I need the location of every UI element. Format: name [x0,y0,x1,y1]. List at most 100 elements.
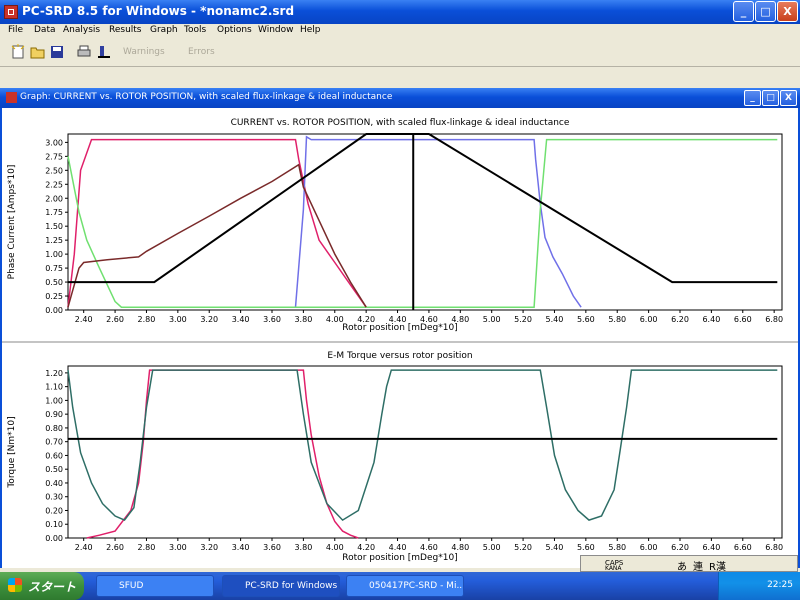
menu-window[interactable]: Window [258,25,294,35]
errors-button[interactable]: Errors [188,47,215,57]
graph-minimize-button[interactable]: _ [744,90,761,106]
chart2-ytick-label: 0.40 [45,479,63,488]
chart1-ytick-label: 1.00 [45,250,63,259]
chart1-xtick-label: 3.80 [294,315,312,324]
menu-results[interactable]: Results [109,25,142,35]
graph-close-button[interactable]: X [780,90,797,106]
chart2-xlabel: Rotor position [mDeg*10] [342,553,457,563]
chart2-xtick-label: 3.00 [169,543,187,552]
chart2-title: E-M Torque versus rotor position [327,351,472,361]
ime-mode-hiragana[interactable]: あ [677,558,687,573]
chart1-xtick-label: 5.60 [577,315,595,324]
chart2-xtick-label: 5.00 [483,543,501,552]
menu-analysis[interactable]: Analysis [63,25,100,35]
chart1-xtick-label: 6.40 [702,315,720,324]
chart2-ytick-label: 0.30 [45,493,63,502]
chart1-xtick-label: 3.60 [263,315,281,324]
chart2-ytick-label: 0.00 [45,534,63,543]
chart2-series-1-line [67,369,778,522]
chart2-ytick-label: 1.00 [45,396,63,405]
tools-icon[interactable] [96,44,112,60]
chart2-xtick-label: 2.60 [106,543,124,552]
chart1-ytick-label: 1.25 [45,236,63,245]
chart1-ytick-label: 2.50 [45,166,63,175]
title-bar: PC-SRD 8.5 for Windows - *nonamc2.srd _ … [0,0,800,24]
chart2-xtick-label: 6.20 [671,543,689,552]
graph-pane: CURRENT vs. ROTOR POSITION, with scaled … [0,108,800,568]
save-icon[interactable] [49,44,65,60]
chart1-xtick-label: 4.00 [326,315,344,324]
chart1-xtick-label: 5.20 [514,315,532,324]
ime-mode-romaji[interactable]: R漢 [709,558,726,573]
menu-options[interactable]: Options [217,25,252,35]
chart1-xtick-label: 2.80 [138,315,156,324]
menu-tools[interactable]: Tools [184,25,206,35]
chart2-ytick-label: 0.50 [45,465,63,474]
windows-logo-icon [8,578,22,592]
chart1-ytick-label: 2.00 [45,194,63,203]
chart2-xtick-label: 3.60 [263,543,281,552]
chart2-xtick-label: 4.80 [451,543,469,552]
open-icon[interactable] [30,44,46,60]
chart2-xtick-label: 6.40 [702,543,720,552]
taskbar-item-pcsrd[interactable]: PC-SRD for Windows [222,575,340,597]
start-label: スタート [28,580,77,594]
chart1-ytick-label: 2.25 [45,180,63,189]
chart2-ylabel: Torque [Nm*10] [7,416,17,488]
print-icon[interactable] [76,44,92,60]
new-icon[interactable] [10,44,26,60]
chart1-ytick-label: 0.00 [45,306,63,315]
chart2-xtick-label: 3.80 [294,543,312,552]
chart1-xtick-label: 6.00 [640,315,658,324]
chart2-xtick-label: 6.60 [734,543,752,552]
chart2-xtick-label: 4.60 [420,543,438,552]
chart2-xtick-label: 5.40 [546,543,564,552]
warnings-button[interactable]: Warnings [123,47,165,57]
taskbar-item-sfud[interactable]: SFUD [96,575,214,597]
chart2-ytick-label: 0.20 [45,506,63,515]
chart2-xtick-label: 4.00 [326,543,344,552]
graph-window-title: Graph: CURRENT vs. ROTOR POSITION, with … [20,92,393,102]
chart1-ytick-label: 0.50 [45,278,63,287]
toolbar: Warnings Errors [0,38,800,67]
chart1-xtick-label: 3.20 [200,315,218,324]
chart2-xtick-label: 2.80 [138,543,156,552]
chart1-xtick-label: 3.00 [169,315,187,324]
graph-maximize-button[interactable]: □ [762,90,779,106]
menu-graph[interactable]: Graph [150,25,178,35]
graph-window-icon[interactable] [6,92,17,103]
chart2-xtick-label: 6.80 [765,543,783,552]
chart1-xtick-label: 2.40 [75,315,93,324]
taskbar-item-document[interactable]: 050417PC-SRD - Mi... [346,575,464,597]
menu-file[interactable]: File [8,25,23,35]
chart1-title: CURRENT vs. ROTOR POSITION, with scaled … [231,118,570,128]
chart1-ylabel: Phase Current [Amps*10] [7,165,17,280]
menu-help[interactable]: Help [300,25,321,35]
ime-kana: KANA [605,565,622,572]
chart1-xtick-label: 6.20 [671,315,689,324]
close-button[interactable]: X [777,1,798,22]
charts-svg: CURRENT vs. ROTOR POSITION, with scaled … [2,118,798,563]
chart1-series-1-line [294,135,582,308]
minimize-button[interactable]: _ [733,1,754,22]
chart1-xlabel: Rotor position [mDeg*10] [342,323,457,333]
clock: 22:25 [767,580,793,590]
chart2-ytick-label: 0.90 [45,410,63,419]
chart2-frame [67,365,783,539]
chart2-xtick-label: 3.40 [232,543,250,552]
ime-toolbar[interactable]: CAPS KANA あ 連 R漢 [580,555,798,573]
chart1-ytick-label: 3.00 [45,138,63,147]
taskbar: スタート SFUD PC-SRD for Windows 050417PC-SR… [0,572,800,600]
maximize-button[interactable]: □ [755,1,776,22]
chart1-series-3-line [67,163,367,308]
app-icon[interactable] [4,5,18,19]
start-button[interactable]: スタート [0,572,84,600]
chart1-ytick-label: 1.75 [45,208,63,217]
chart2-xtick-label: 4.20 [357,543,375,552]
ime-mode-ren[interactable]: 連 [693,558,703,573]
menu-data[interactable]: Data [34,25,56,35]
chart2-ytick-label: 0.60 [45,451,63,460]
chart1-xtick-label: 5.40 [546,315,564,324]
chart1-xtick-label: 2.60 [106,315,124,324]
chart2-xtick-label: 6.00 [640,543,658,552]
